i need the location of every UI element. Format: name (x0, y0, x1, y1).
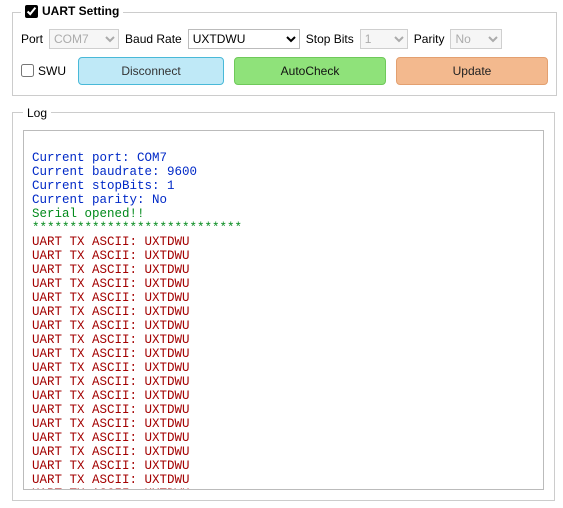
log-line: UART TX ASCII: UXTDWU (32, 249, 535, 263)
port-label: Port (21, 32, 43, 46)
log-line: UART TX ASCII: UXTDWU (32, 459, 535, 473)
baud-label: Baud Rate (125, 32, 182, 46)
disconnect-button[interactable]: Disconnect (78, 57, 224, 85)
log-line: UART TX ASCII: UXTDWU (32, 431, 535, 445)
swu-label: SWU (38, 64, 66, 78)
uart-fields-row: Port COM7 Baud Rate UXTDWU Stop Bits 1 P… (21, 29, 548, 49)
log-line: UART TX ASCII: UXTDWU (32, 417, 535, 431)
log-line: UART TX ASCII: UXTDWU (32, 487, 535, 490)
log-line: UART TX ASCII: UXTDWU (32, 445, 535, 459)
log-line: UART TX ASCII: UXTDWU (32, 361, 535, 375)
log-line: UART TX ASCII: UXTDWU (32, 389, 535, 403)
log-line: UART TX ASCII: UXTDWU (32, 263, 535, 277)
parity-select[interactable]: No (450, 29, 502, 49)
autocheck-button[interactable]: AutoCheck (234, 57, 386, 85)
log-line: Current port: COM7 (32, 151, 535, 165)
log-line (32, 137, 535, 151)
uart-settings-group: UART Setting Port COM7 Baud Rate UXTDWU … (12, 4, 557, 96)
autocheck-button-label: AutoCheck (281, 64, 340, 78)
log-line: UART TX ASCII: UXTDWU (32, 375, 535, 389)
log-line: UART TX ASCII: UXTDWU (32, 333, 535, 347)
log-line: UART TX ASCII: UXTDWU (32, 291, 535, 305)
log-line: Current parity: No (32, 193, 535, 207)
log-line: UART TX ASCII: UXTDWU (32, 403, 535, 417)
log-line: UART TX ASCII: UXTDWU (32, 319, 535, 333)
port-select[interactable]: COM7 (49, 29, 119, 49)
log-line: **************************** (32, 221, 535, 235)
log-line: UART TX ASCII: UXTDWU (32, 473, 535, 487)
log-legend: Log (23, 106, 51, 120)
update-button[interactable]: Update (396, 57, 548, 85)
uart-settings-legend: UART Setting (21, 4, 123, 21)
stop-label: Stop Bits (306, 32, 354, 46)
log-group: Log Current port: COM7Current baudrate: … (12, 106, 555, 501)
log-line: Current baudrate: 9600 (32, 165, 535, 179)
log-line: UART TX ASCII: UXTDWU (32, 347, 535, 361)
uart-setting-title: UART Setting (42, 4, 119, 18)
log-line: Current stopBits: 1 (32, 179, 535, 193)
log-line: UART TX ASCII: UXTDWU (32, 305, 535, 319)
swu-checkbox[interactable] (21, 64, 34, 77)
parity-label: Parity (414, 32, 445, 46)
baud-select[interactable]: UXTDWU (188, 29, 300, 49)
log-textarea[interactable]: Current port: COM7Current baudrate: 9600… (23, 130, 544, 490)
log-line: Serial opened!! (32, 207, 535, 221)
disconnect-button-label: Disconnect (121, 64, 180, 78)
log-line: UART TX ASCII: UXTDWU (32, 277, 535, 291)
log-line: UART TX ASCII: UXTDWU (32, 235, 535, 249)
uart-setting-checkbox[interactable] (25, 5, 38, 18)
stop-select[interactable]: 1 (360, 29, 408, 49)
uart-buttons-row: SWU Disconnect AutoCheck Update (21, 57, 548, 85)
update-button-label: Update (453, 64, 492, 78)
